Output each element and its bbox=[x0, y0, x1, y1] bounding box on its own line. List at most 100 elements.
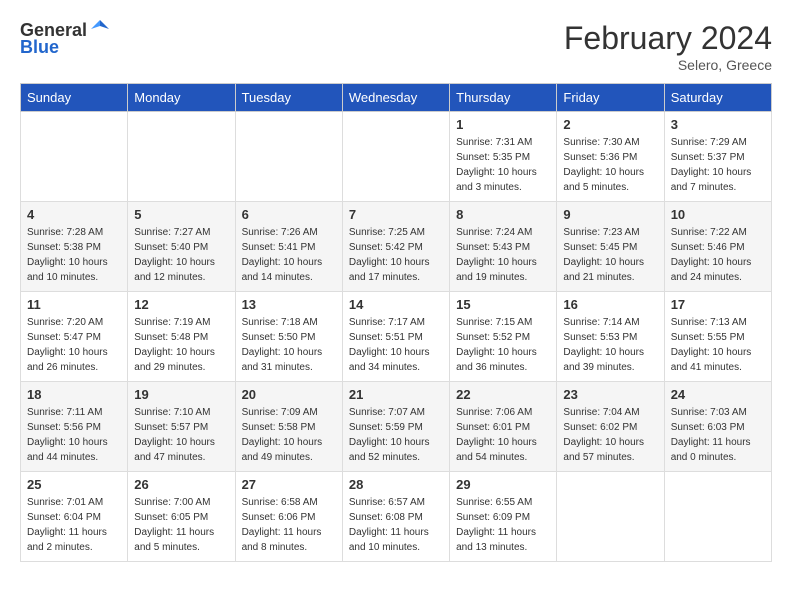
day-number: 5 bbox=[134, 207, 228, 222]
col-tuesday: Tuesday bbox=[235, 84, 342, 112]
day-info: Sunrise: 7:18 AM Sunset: 5:50 PM Dayligh… bbox=[242, 315, 336, 375]
calendar-table: Sunday Monday Tuesday Wednesday Thursday… bbox=[20, 83, 772, 562]
sunrise-text: Sunrise: 7:24 AM bbox=[456, 227, 532, 238]
sunset-text: Sunset: 5:38 PM bbox=[27, 242, 101, 253]
col-wednesday: Wednesday bbox=[342, 84, 449, 112]
calendar-day-cell: 23 Sunrise: 7:04 AM Sunset: 6:02 PM Dayl… bbox=[557, 382, 664, 472]
daylight-text: Daylight: 10 hours and 5 minutes. bbox=[563, 167, 644, 193]
calendar-week-row: 1 Sunrise: 7:31 AM Sunset: 5:35 PM Dayli… bbox=[21, 112, 772, 202]
sunset-text: Sunset: 6:03 PM bbox=[671, 422, 745, 433]
day-number: 22 bbox=[456, 387, 550, 402]
sunset-text: Sunset: 5:53 PM bbox=[563, 332, 637, 343]
sunrise-text: Sunrise: 7:03 AM bbox=[671, 407, 747, 418]
sunset-text: Sunset: 6:09 PM bbox=[456, 512, 530, 523]
daylight-text: Daylight: 10 hours and 34 minutes. bbox=[349, 347, 430, 373]
daylight-text: Daylight: 10 hours and 47 minutes. bbox=[134, 437, 215, 463]
day-number: 20 bbox=[242, 387, 336, 402]
day-number: 9 bbox=[563, 207, 657, 222]
day-info: Sunrise: 7:06 AM Sunset: 6:01 PM Dayligh… bbox=[456, 405, 550, 465]
sunrise-text: Sunrise: 7:19 AM bbox=[134, 317, 210, 328]
calendar-day-cell: 17 Sunrise: 7:13 AM Sunset: 5:55 PM Dayl… bbox=[664, 292, 771, 382]
daylight-text: Daylight: 10 hours and 21 minutes. bbox=[563, 257, 644, 283]
calendar-day-cell: 21 Sunrise: 7:07 AM Sunset: 5:59 PM Dayl… bbox=[342, 382, 449, 472]
page-header: General Blue February 2024 Selero, Greec… bbox=[20, 20, 772, 73]
day-info: Sunrise: 7:11 AM Sunset: 5:56 PM Dayligh… bbox=[27, 405, 121, 465]
sunset-text: Sunset: 5:42 PM bbox=[349, 242, 423, 253]
day-number: 7 bbox=[349, 207, 443, 222]
sunset-text: Sunset: 6:01 PM bbox=[456, 422, 530, 433]
day-info: Sunrise: 6:58 AM Sunset: 6:06 PM Dayligh… bbox=[242, 495, 336, 555]
sunset-text: Sunset: 5:58 PM bbox=[242, 422, 316, 433]
day-info: Sunrise: 7:14 AM Sunset: 5:53 PM Dayligh… bbox=[563, 315, 657, 375]
sunrise-text: Sunrise: 7:09 AM bbox=[242, 407, 318, 418]
calendar-day-cell: 6 Sunrise: 7:26 AM Sunset: 5:41 PM Dayli… bbox=[235, 202, 342, 292]
day-info: Sunrise: 7:25 AM Sunset: 5:42 PM Dayligh… bbox=[349, 225, 443, 285]
calendar-week-row: 25 Sunrise: 7:01 AM Sunset: 6:04 PM Dayl… bbox=[21, 472, 772, 562]
calendar-day-cell: 18 Sunrise: 7:11 AM Sunset: 5:56 PM Dayl… bbox=[21, 382, 128, 472]
logo: General Blue bbox=[20, 20, 111, 58]
day-number: 15 bbox=[456, 297, 550, 312]
daylight-text: Daylight: 11 hours and 13 minutes. bbox=[456, 527, 536, 553]
day-info: Sunrise: 6:55 AM Sunset: 6:09 PM Dayligh… bbox=[456, 495, 550, 555]
calendar-day-cell: 4 Sunrise: 7:28 AM Sunset: 5:38 PM Dayli… bbox=[21, 202, 128, 292]
day-info: Sunrise: 7:20 AM Sunset: 5:47 PM Dayligh… bbox=[27, 315, 121, 375]
calendar-day-cell: 2 Sunrise: 7:30 AM Sunset: 5:36 PM Dayli… bbox=[557, 112, 664, 202]
sunrise-text: Sunrise: 7:11 AM bbox=[27, 407, 102, 418]
calendar-week-row: 18 Sunrise: 7:11 AM Sunset: 5:56 PM Dayl… bbox=[21, 382, 772, 472]
sunrise-text: Sunrise: 6:58 AM bbox=[242, 497, 318, 508]
sunset-text: Sunset: 5:40 PM bbox=[134, 242, 208, 253]
daylight-text: Daylight: 11 hours and 2 minutes. bbox=[27, 527, 107, 553]
day-number: 27 bbox=[242, 477, 336, 492]
calendar-day-cell: 16 Sunrise: 7:14 AM Sunset: 5:53 PM Dayl… bbox=[557, 292, 664, 382]
calendar-day-cell: 7 Sunrise: 7:25 AM Sunset: 5:42 PM Dayli… bbox=[342, 202, 449, 292]
daylight-text: Daylight: 10 hours and 3 minutes. bbox=[456, 167, 537, 193]
sunset-text: Sunset: 5:37 PM bbox=[671, 152, 745, 163]
sunrise-text: Sunrise: 7:06 AM bbox=[456, 407, 532, 418]
logo-blue: Blue bbox=[20, 37, 59, 58]
day-info: Sunrise: 7:13 AM Sunset: 5:55 PM Dayligh… bbox=[671, 315, 765, 375]
day-number: 4 bbox=[27, 207, 121, 222]
day-number: 25 bbox=[27, 477, 121, 492]
sunset-text: Sunset: 5:57 PM bbox=[134, 422, 208, 433]
calendar-day-cell: 10 Sunrise: 7:22 AM Sunset: 5:46 PM Dayl… bbox=[664, 202, 771, 292]
day-info: Sunrise: 7:01 AM Sunset: 6:04 PM Dayligh… bbox=[27, 495, 121, 555]
daylight-text: Daylight: 10 hours and 39 minutes. bbox=[563, 347, 644, 373]
sunrise-text: Sunrise: 7:25 AM bbox=[349, 227, 425, 238]
sunset-text: Sunset: 5:56 PM bbox=[27, 422, 101, 433]
day-info: Sunrise: 7:22 AM Sunset: 5:46 PM Dayligh… bbox=[671, 225, 765, 285]
sunrise-text: Sunrise: 7:29 AM bbox=[671, 137, 747, 148]
day-info: Sunrise: 7:23 AM Sunset: 5:45 PM Dayligh… bbox=[563, 225, 657, 285]
day-number: 6 bbox=[242, 207, 336, 222]
calendar-day-cell bbox=[557, 472, 664, 562]
day-number: 29 bbox=[456, 477, 550, 492]
calendar-week-row: 11 Sunrise: 7:20 AM Sunset: 5:47 PM Dayl… bbox=[21, 292, 772, 382]
daylight-text: Daylight: 10 hours and 31 minutes. bbox=[242, 347, 323, 373]
sunrise-text: Sunrise: 7:30 AM bbox=[563, 137, 639, 148]
day-number: 14 bbox=[349, 297, 443, 312]
sunset-text: Sunset: 5:46 PM bbox=[671, 242, 745, 253]
daylight-text: Daylight: 10 hours and 41 minutes. bbox=[671, 347, 752, 373]
month-year-title: February 2024 bbox=[564, 20, 772, 57]
sunset-text: Sunset: 6:05 PM bbox=[134, 512, 208, 523]
sunrise-text: Sunrise: 7:10 AM bbox=[134, 407, 210, 418]
daylight-text: Daylight: 11 hours and 0 minutes. bbox=[671, 437, 751, 463]
sunset-text: Sunset: 6:08 PM bbox=[349, 512, 423, 523]
calendar-day-cell: 20 Sunrise: 7:09 AM Sunset: 5:58 PM Dayl… bbox=[235, 382, 342, 472]
day-info: Sunrise: 7:24 AM Sunset: 5:43 PM Dayligh… bbox=[456, 225, 550, 285]
daylight-text: Daylight: 11 hours and 8 minutes. bbox=[242, 527, 322, 553]
sunrise-text: Sunrise: 7:15 AM bbox=[456, 317, 532, 328]
day-info: Sunrise: 7:09 AM Sunset: 5:58 PM Dayligh… bbox=[242, 405, 336, 465]
daylight-text: Daylight: 10 hours and 44 minutes. bbox=[27, 437, 108, 463]
daylight-text: Daylight: 10 hours and 24 minutes. bbox=[671, 257, 752, 283]
col-monday: Monday bbox=[128, 84, 235, 112]
title-section: February 2024 Selero, Greece bbox=[564, 20, 772, 73]
calendar-day-cell: 29 Sunrise: 6:55 AM Sunset: 6:09 PM Dayl… bbox=[450, 472, 557, 562]
calendar-day-cell: 11 Sunrise: 7:20 AM Sunset: 5:47 PM Dayl… bbox=[21, 292, 128, 382]
sunrise-text: Sunrise: 7:31 AM bbox=[456, 137, 532, 148]
daylight-text: Daylight: 10 hours and 26 minutes. bbox=[27, 347, 108, 373]
sunset-text: Sunset: 5:35 PM bbox=[456, 152, 530, 163]
calendar-week-row: 4 Sunrise: 7:28 AM Sunset: 5:38 PM Dayli… bbox=[21, 202, 772, 292]
day-number: 26 bbox=[134, 477, 228, 492]
day-number: 13 bbox=[242, 297, 336, 312]
calendar-day-cell: 9 Sunrise: 7:23 AM Sunset: 5:45 PM Dayli… bbox=[557, 202, 664, 292]
